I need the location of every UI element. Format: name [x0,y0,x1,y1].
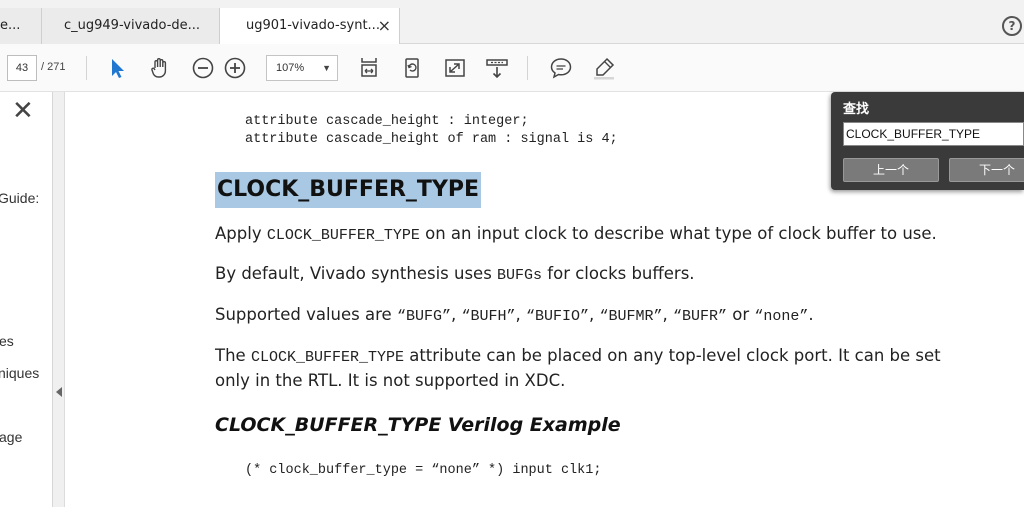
zoom-in-icon[interactable] [223,56,247,80]
toolbar: 43 / 271 107% ▼ [0,44,1024,92]
comment-icon[interactable] [549,56,573,80]
page-total: / 271 [41,61,66,73]
paragraph-placement: The CLOCK_BUFFER_TYPE attribute can be p… [215,346,941,390]
find-previous-button[interactable]: 上一个 [843,158,939,182]
panel-splitter[interactable] [53,92,65,507]
tab-bar: e... c_ug949-vivado-de... ug901-vivado-s… [0,0,1024,45]
help-icon[interactable]: ? [1002,16,1022,36]
select-arrow-icon[interactable] [106,56,130,80]
tab-ug901-active[interactable]: ug901-vivado-synt... × [220,8,400,45]
tab-label: e... [0,18,21,33]
zoom-select[interactable]: 107% ▼ [266,55,338,81]
subsection-heading: CLOCK_BUFFER_TYPE Verilog Example [215,414,621,436]
toolbar-divider [86,56,87,80]
download-icon[interactable] [485,56,509,80]
bookmark-item[interactable]: age [0,429,22,445]
find-next-button[interactable]: 下一个 [949,158,1024,182]
bookmark-item[interactable]: Guide: [0,190,39,206]
tab-partial[interactable]: e... [0,8,42,44]
code-line: attribute cascade_height of ram : signal… [245,132,618,147]
hand-tool-icon[interactable] [148,56,172,80]
code-line: attribute cascade_height : integer; [245,114,529,129]
close-panel-icon[interactable]: ✕ [12,98,34,124]
code-line: (* clock_buffer_type = “none” *) input c… [245,463,602,478]
tab-ug949[interactable]: c_ug949-vivado-de... [42,8,220,44]
page-number-input[interactable]: 43 [7,55,37,81]
zoom-value: 107% [276,62,305,74]
find-input[interactable]: CLOCK_BUFFER_TYPE [843,122,1024,146]
highlight-pen-icon[interactable] [592,56,616,80]
bookmark-item[interactable]: niques [0,365,39,381]
find-panel: 查找 CLOCK_BUFFER_TYPE 上一个 下一个 [831,92,1024,190]
rotate-icon[interactable] [400,56,424,80]
paragraph-supported-values: Supported values are “BUFG”, “BUFH”, “BU… [215,305,814,325]
bookmark-item[interactable]: es [0,333,14,349]
close-tab-icon[interactable]: × [378,8,391,44]
paragraph-default: By default, Vivado synthesis uses BUFGs … [215,264,695,284]
bookmarks-panel: ✕ Guide: es niques age [0,92,53,507]
chevron-down-icon: ▼ [322,63,331,73]
find-title: 查找 [843,102,870,117]
toolbar-divider [527,56,528,80]
tab-label: ug901-vivado-synt... [246,18,380,33]
zoom-out-icon[interactable] [191,56,215,80]
paragraph-apply: Apply CLOCK_BUFFER_TYPE on an input cloc… [215,224,937,244]
fullscreen-icon[interactable] [443,56,467,80]
collapse-arrow-icon[interactable] [56,387,62,397]
section-heading-highlighted: CLOCK_BUFFER_TYPE [215,172,482,208]
fit-width-icon[interactable] [357,56,381,80]
tab-label: c_ug949-vivado-de... [64,18,201,33]
